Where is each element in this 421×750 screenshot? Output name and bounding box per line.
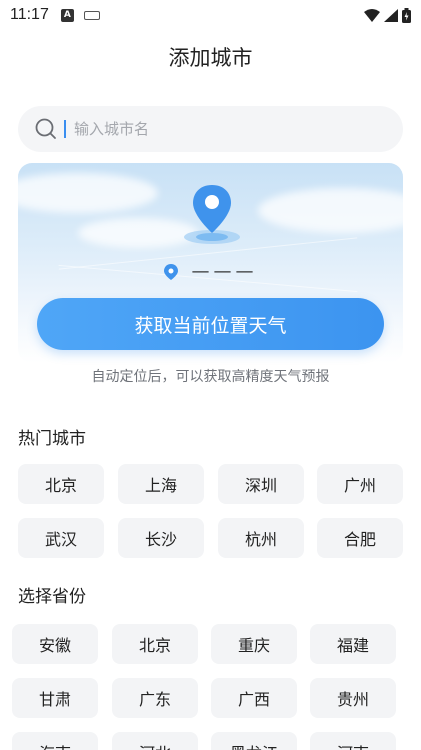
search-input[interactable] xyxy=(74,120,374,138)
hot-cities-title: 热门城市 xyxy=(18,429,86,449)
province-chip[interactable]: 重庆 xyxy=(211,624,297,664)
province-chip[interactable]: 甘肃 xyxy=(12,678,98,718)
cloud-decoration xyxy=(258,188,403,233)
hot-city-chip[interactable]: 武汉 xyxy=(18,518,104,558)
location-pin-icon xyxy=(180,181,244,245)
hot-city-chip[interactable]: 杭州 xyxy=(218,518,304,558)
province-chip[interactable]: 黑龙江 xyxy=(211,732,297,750)
search-bar[interactable] xyxy=(18,106,403,152)
province-chip[interactable]: 安徽 xyxy=(12,624,98,664)
province-chip[interactable]: 河北 xyxy=(112,732,198,750)
status-time: 11:17 xyxy=(10,6,49,23)
province-chip[interactable]: 海南 xyxy=(12,732,98,750)
hot-city-chip[interactable]: 上海 xyxy=(118,464,204,504)
hot-city-chip[interactable]: 深圳 xyxy=(218,464,304,504)
hot-city-chip[interactable]: 北京 xyxy=(18,464,104,504)
location-hint: 自动定位后，可以获取高精度天气预报 xyxy=(91,369,330,385)
province-chip[interactable]: 河南 xyxy=(310,732,396,750)
small-location-icon xyxy=(163,263,178,280)
keyboard-icon xyxy=(83,10,100,20)
provinces-title: 选择省份 xyxy=(18,587,86,607)
current-location-row: ——— xyxy=(18,261,403,282)
province-chip[interactable]: 福建 xyxy=(310,624,396,664)
status-bar: 11:17 A xyxy=(0,0,421,30)
current-location-text: ——— xyxy=(191,261,258,282)
cloud-decoration xyxy=(18,173,158,213)
get-current-location-weather-button[interactable]: 获取当前位置天气 xyxy=(37,298,384,350)
search-icon xyxy=(35,118,56,139)
page-title: 添加城市 xyxy=(168,46,253,70)
notification-a-icon: A xyxy=(60,8,74,22)
province-chip[interactable]: 广西 xyxy=(211,678,297,718)
hot-city-chip[interactable]: 广州 xyxy=(317,464,403,504)
text-caret xyxy=(64,120,66,138)
status-icons xyxy=(364,7,411,23)
wifi-icon xyxy=(364,8,380,22)
cellular-signal-icon xyxy=(384,8,398,22)
battery-icon xyxy=(402,7,411,23)
province-chip[interactable]: 广东 xyxy=(112,678,198,718)
hot-city-chip[interactable]: 合肥 xyxy=(317,518,403,558)
hot-city-chip[interactable]: 长沙 xyxy=(118,518,204,558)
province-chip[interactable]: 贵州 xyxy=(310,678,396,718)
province-chip[interactable]: 北京 xyxy=(112,624,198,664)
